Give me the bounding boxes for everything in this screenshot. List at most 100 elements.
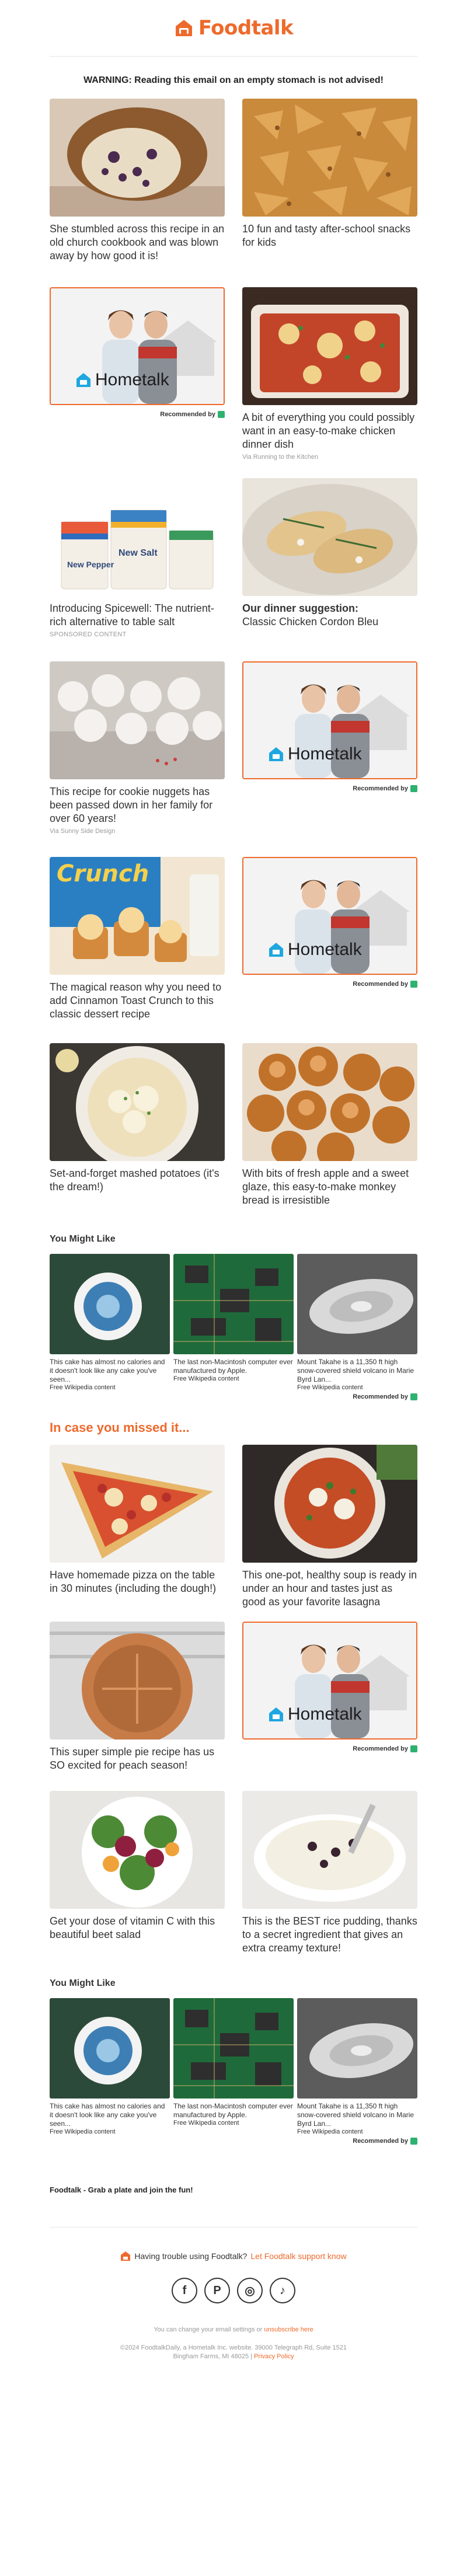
recommended-by[interactable]: Recommended by bbox=[50, 2138, 417, 2145]
recommended-image-circuit-board[interactable] bbox=[173, 1998, 294, 2099]
pepper-label: New Pepper bbox=[67, 560, 114, 569]
article-title[interactable]: With bits of fresh apple and a sweet gla… bbox=[242, 1167, 417, 1207]
missed-heading: In case you missed it... bbox=[50, 1420, 190, 1435]
article-card[interactable]: Get your dose of vitamin C with this bea… bbox=[50, 1791, 225, 1955]
article-image-cake[interactable] bbox=[50, 99, 225, 217]
article-image-cinnamon-crunch[interactable]: Crunch bbox=[50, 857, 225, 975]
hometalk-ad[interactable]: Hometalk Recommended by bbox=[242, 661, 417, 835]
article-image-mashed-potatoes[interactable] bbox=[50, 1043, 225, 1161]
article-card[interactable]: This one-pot, healthy soup is ready in u… bbox=[242, 1445, 417, 1609]
unsubscribe-link[interactable]: unsubscribe here bbox=[264, 2326, 313, 2333]
pinterest-icon[interactable]: P bbox=[204, 2278, 230, 2303]
article-title[interactable]: Set-and-forget mashed potatoes (it's the… bbox=[50, 1167, 225, 1194]
hometalk-logo: Hometalk bbox=[268, 940, 362, 960]
hometalk-house-icon bbox=[76, 373, 90, 387]
recommended-source: Free Wikipedia content bbox=[173, 2120, 239, 2127]
recommended-source: Free Wikipedia content bbox=[50, 1384, 116, 1391]
social-links: f P ◎ ♪ bbox=[50, 2278, 417, 2303]
article-card[interactable]: Set-and-forget mashed potatoes (it's the… bbox=[50, 1043, 225, 1207]
article-title[interactable]: 10 fun and tasty after-school snacks for… bbox=[242, 222, 417, 249]
recommended-by[interactable]: Recommended by bbox=[242, 785, 417, 792]
tiktok-icon[interactable]: ♪ bbox=[270, 2278, 295, 2303]
recommended-by[interactable]: Recommended by bbox=[50, 1393, 417, 1400]
article-card[interactable]: With bits of fresh apple and a sweet gla… bbox=[242, 1043, 417, 1207]
facebook-icon[interactable]: f bbox=[172, 2278, 197, 2303]
recommended-title[interactable]: This cake has almost no calories and it … bbox=[50, 2102, 170, 2128]
recommended-image-cake[interactable] bbox=[50, 1998, 170, 2099]
hometalk-brand: Hometalk bbox=[288, 940, 362, 959]
article-title-line2[interactable]: Classic Chicken Cordon Bleu bbox=[242, 615, 417, 629]
house-logo-icon bbox=[175, 20, 192, 36]
ad-image[interactable]: Hometalk bbox=[242, 1622, 417, 1740]
hometalk-brand: Hometalk bbox=[288, 744, 362, 764]
article-image-cordon-bleu[interactable] bbox=[242, 478, 417, 596]
article-title[interactable]: Have homemade pizza on the table in 30 m… bbox=[50, 1568, 225, 1595]
article-title[interactable]: This one-pot, healthy soup is ready in u… bbox=[242, 1568, 417, 1609]
recommended-title[interactable]: Mount Takahe is a 11,350 ft high snow-co… bbox=[297, 1358, 417, 1384]
hometalk-house-icon bbox=[269, 943, 283, 957]
hometalk-ad[interactable]: Hometalk Recommended by bbox=[242, 1622, 417, 1772]
article-title[interactable]: Our dinner suggestion: bbox=[242, 602, 417, 615]
ad-image[interactable]: Hometalk bbox=[242, 661, 417, 779]
article-source: Via Sunny Side Design bbox=[50, 828, 116, 835]
article-image-monkey-bread[interactable] bbox=[242, 1043, 417, 1161]
recommended-title[interactable]: The last non-Macintosh computer ever man… bbox=[173, 1358, 294, 1375]
article-title[interactable]: Introducing Spicewell: The nutrient-rich… bbox=[50, 602, 225, 629]
article-title[interactable]: This recipe for cookie nuggets has been … bbox=[50, 785, 225, 825]
article-card[interactable]: This recipe for cookie nuggets has been … bbox=[50, 661, 225, 835]
hometalk-ad[interactable]: Hometalk Recommended by bbox=[50, 287, 225, 461]
recommended-item[interactable]: Mount Takahe is a 11,350 ft high snow-co… bbox=[297, 1254, 417, 1391]
sponsored-card[interactable]: New Pepper New Salt Introducing Spicewel… bbox=[50, 478, 225, 638]
article-card[interactable]: This super simple pie recipe has us SO e… bbox=[50, 1622, 225, 1772]
article-image-chicken-dish[interactable] bbox=[242, 287, 417, 405]
recommended-item[interactable]: The last non-Macintosh computer ever man… bbox=[173, 1254, 294, 1391]
article-card[interactable]: This is the BEST rice pudding, thanks to… bbox=[242, 1791, 417, 1955]
hometalk-ad[interactable]: Hometalk Recommended by bbox=[242, 857, 417, 1021]
recommended-title[interactable]: Mount Takahe is a 11,350 ft high snow-co… bbox=[297, 2102, 417, 2128]
recommended-item[interactable]: Mount Takahe is a 11,350 ft high snow-co… bbox=[297, 1998, 417, 2135]
recommended-image-volcano[interactable] bbox=[297, 1254, 417, 1354]
recommender-icon bbox=[410, 1745, 417, 1752]
recommended-image-volcano[interactable] bbox=[297, 1998, 417, 2099]
article-card[interactable]: She stumbled across this recipe in an ol… bbox=[50, 99, 225, 263]
recommended-image-cake[interactable] bbox=[50, 1254, 170, 1354]
support-link[interactable]: Let Foodtalk support know bbox=[250, 2251, 346, 2261]
privacy-policy-link[interactable]: Privacy Policy bbox=[254, 2353, 294, 2360]
instagram-icon[interactable]: ◎ bbox=[237, 2278, 263, 2303]
recommended-by[interactable]: Recommended by bbox=[242, 981, 417, 988]
recommended-title[interactable]: The last non-Macintosh computer ever man… bbox=[173, 2102, 294, 2120]
article-image-pizza[interactable] bbox=[50, 1445, 225, 1563]
recommended-title[interactable]: This cake has almost no calories and it … bbox=[50, 1358, 170, 1384]
ad-image[interactable]: Hometalk bbox=[242, 857, 417, 975]
cereal-box-text: Crunch bbox=[57, 860, 149, 887]
trouble-text: Having trouble using Foodtalk? bbox=[134, 2251, 248, 2261]
recommended-item[interactable]: The last non-Macintosh computer ever man… bbox=[173, 1998, 294, 2135]
article-card[interactable]: A bit of everything you could possibly w… bbox=[242, 287, 417, 461]
support-line: Having trouble using Foodtalk? Let Foodt… bbox=[50, 2228, 417, 2278]
article-image-rice-pudding[interactable] bbox=[242, 1791, 417, 1909]
article-card[interactable]: 10 fun and tasty after-school snacks for… bbox=[242, 99, 417, 263]
recommended-by[interactable]: Recommended by bbox=[50, 411, 225, 418]
article-image-beet-salad[interactable] bbox=[50, 1791, 225, 1909]
article-image-cookies[interactable] bbox=[50, 661, 225, 779]
ad-image[interactable]: Hometalk bbox=[50, 287, 225, 405]
article-image-snacks[interactable] bbox=[242, 99, 417, 217]
recommended-image-circuit-board[interactable] bbox=[173, 1254, 294, 1354]
article-title[interactable]: She stumbled across this recipe in an ol… bbox=[50, 222, 225, 263]
article-card[interactable]: Crunch The magical reason why you need t… bbox=[50, 857, 225, 1021]
article-title[interactable]: This is the BEST rice pudding, thanks to… bbox=[242, 1915, 417, 1955]
article-title[interactable]: The magical reason why you need to add C… bbox=[50, 981, 225, 1021]
article-title[interactable]: Get your dose of vitamin C with this bea… bbox=[50, 1915, 225, 1941]
article-image-lasagna-soup[interactable] bbox=[242, 1445, 417, 1563]
recommended-by[interactable]: Recommended by bbox=[242, 1745, 417, 1752]
article-image-spicewell[interactable]: New Pepper New Salt bbox=[50, 478, 225, 596]
article-title[interactable]: A bit of everything you could possibly w… bbox=[242, 411, 417, 451]
recommended-item[interactable]: This cake has almost no calories and it … bbox=[50, 1998, 170, 2135]
foodtalk-logo[interactable]: Foodtalk bbox=[174, 16, 294, 40]
article-image-peach-pie[interactable] bbox=[50, 1622, 225, 1740]
article-card[interactable]: Our dinner suggestion: Classic Chicken C… bbox=[242, 478, 417, 638]
article-title[interactable]: This super simple pie recipe has us SO e… bbox=[50, 1745, 225, 1772]
hometalk-house-icon bbox=[269, 747, 283, 761]
article-card[interactable]: Have homemade pizza on the table in 30 m… bbox=[50, 1445, 225, 1609]
recommended-item[interactable]: This cake has almost no calories and it … bbox=[50, 1254, 170, 1391]
